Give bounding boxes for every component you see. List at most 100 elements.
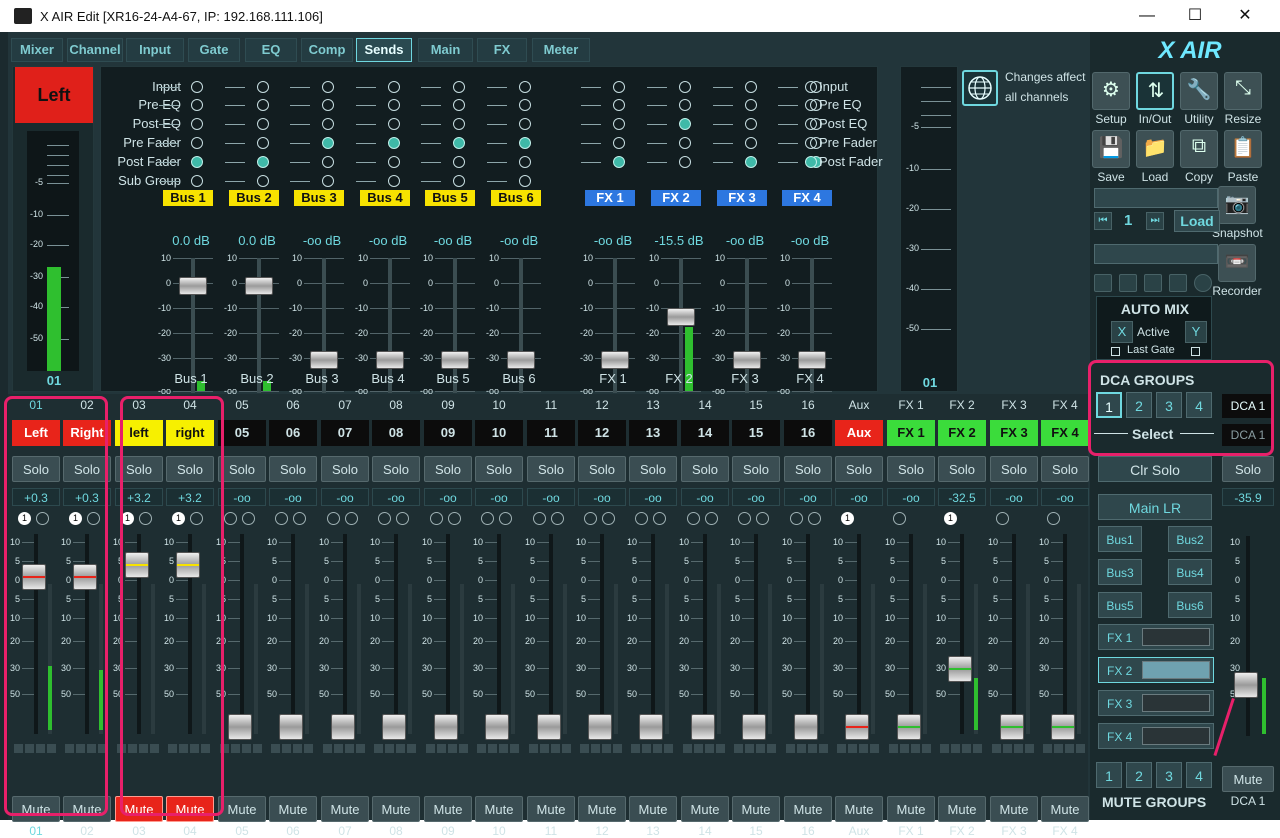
send-fader-knob[interactable]	[441, 351, 469, 369]
tab-gate[interactable]: Gate	[188, 38, 240, 62]
last-gate-checkbox-y[interactable]	[1191, 347, 1200, 356]
bus-button-0[interactable]: Bus 1	[163, 190, 213, 206]
send-fader-knob[interactable]	[507, 351, 535, 369]
mute-button[interactable]: Mute	[578, 796, 626, 822]
bus-tap-radio[interactable]	[388, 137, 400, 149]
bus-tap-radio[interactable]	[322, 175, 334, 187]
paste-icon[interactable]: 📋	[1224, 130, 1262, 168]
channel-fader-knob[interactable]	[434, 714, 458, 740]
solo-button[interactable]: Solo	[578, 456, 626, 482]
solo-button[interactable]: Solo	[269, 456, 317, 482]
solo-button[interactable]: Solo	[887, 456, 935, 482]
next-snapshot-button[interactable]: ⏭	[1146, 212, 1164, 230]
channel-fader-knob[interactable]	[1051, 714, 1075, 740]
fx-send-tap-radio[interactable]	[613, 156, 625, 168]
globe-icon[interactable]	[962, 70, 998, 106]
fx-send-tap-radio[interactable]	[679, 81, 691, 93]
mute-group-2[interactable]: 2	[1126, 762, 1152, 788]
send-fader-knob[interactable]	[733, 351, 761, 369]
rewind-icon[interactable]	[1144, 274, 1162, 292]
mute-group-3[interactable]: 3	[1156, 762, 1182, 788]
fx-send-tap-radio[interactable]	[613, 137, 625, 149]
bus-button-3[interactable]: Bus 4	[360, 190, 410, 206]
dca-assign-dot[interactable]	[224, 512, 237, 525]
save-icon[interactable]: 💾	[1092, 130, 1130, 168]
mute-button[interactable]: Mute	[321, 796, 369, 822]
automix-y-button[interactable]: Y	[1185, 321, 1207, 343]
solo-button[interactable]: Solo	[321, 456, 369, 482]
bus-tap-radio[interactable]	[453, 137, 465, 149]
mute-group-dot[interactable]	[551, 512, 564, 525]
last-gate-checkbox-x[interactable]	[1111, 347, 1120, 356]
bus-tap-radio[interactable]	[257, 156, 269, 168]
send-fader-knob[interactable]	[667, 308, 695, 326]
fx-tap-radio[interactable]	[805, 156, 817, 168]
mute-button[interactable]: Mute	[218, 796, 266, 822]
solo-button[interactable]: Solo	[527, 456, 575, 482]
bus-tap-radio[interactable]	[191, 99, 203, 111]
dca-assign-dot[interactable]	[893, 512, 906, 525]
send-fader-knob[interactable]	[179, 277, 207, 295]
channel-name[interactable]: 07	[321, 420, 369, 446]
bus-tap-radio[interactable]	[388, 156, 400, 168]
mute-group-dot[interactable]	[499, 512, 512, 525]
channel-name[interactable]: 09	[424, 420, 472, 446]
mute-group-dot[interactable]	[448, 512, 461, 525]
solo-button[interactable]: Solo	[424, 456, 472, 482]
mute-group-dot[interactable]	[705, 512, 718, 525]
mute-button[interactable]: Mute	[269, 796, 317, 822]
dca-assign-dot[interactable]	[378, 512, 391, 525]
tab-comp[interactable]: Comp	[301, 38, 353, 62]
tab-mixer[interactable]: Mixer	[11, 38, 63, 62]
channel-fader-knob[interactable]	[794, 714, 818, 740]
route-bus2[interactable]: Bus2	[1168, 526, 1212, 552]
bus-tap-radio[interactable]	[322, 118, 334, 130]
folder-icon[interactable]: 📁	[1136, 130, 1174, 168]
channel-fader-knob[interactable]	[382, 714, 406, 740]
dca-assign-dot[interactable]	[738, 512, 751, 525]
send-fader-knob[interactable]	[310, 351, 338, 369]
send-fader-knob[interactable]	[601, 351, 629, 369]
tab-fx[interactable]: FX	[477, 38, 527, 62]
mute-group-dot[interactable]	[756, 512, 769, 525]
mute-group-dot[interactable]	[653, 512, 666, 525]
bus-tap-radio[interactable]	[388, 99, 400, 111]
channel-fader-knob[interactable]	[331, 714, 355, 740]
mute-button[interactable]: Mute	[527, 796, 575, 822]
stop-icon[interactable]	[1094, 274, 1112, 292]
mute-button[interactable]: Mute	[424, 796, 472, 822]
mute-group-dot[interactable]	[602, 512, 615, 525]
fx-send-tap-radio[interactable]	[745, 118, 757, 130]
bus-button-2[interactable]: Bus 3	[294, 190, 344, 206]
tab-sends[interactable]: Sends	[356, 38, 412, 62]
dca-assign-dot[interactable]	[790, 512, 803, 525]
bus-tap-radio[interactable]	[453, 99, 465, 111]
tab-meter[interactable]: Meter	[532, 38, 590, 62]
fx-send-tap-radio[interactable]	[613, 118, 625, 130]
mute-button[interactable]: Mute	[784, 796, 832, 822]
maximize-button[interactable]: ☐	[1172, 3, 1218, 29]
solo-button[interactable]: Solo	[938, 456, 986, 482]
bus-tap-radio[interactable]	[388, 175, 400, 187]
fx-send-tap-radio[interactable]	[745, 99, 757, 111]
dca-assign-dot[interactable]: 1	[841, 512, 854, 525]
record-icon[interactable]	[1194, 274, 1212, 292]
channel-name[interactable]: 08	[372, 420, 420, 446]
gear-icon[interactable]: ⚙	[1092, 72, 1130, 110]
in-out-icon[interactable]: ⇅	[1136, 72, 1174, 110]
channel-name[interactable]: FX 3	[990, 420, 1038, 446]
fx-tap-radio[interactable]	[805, 81, 817, 93]
camera-icon[interactable]: 📷	[1218, 186, 1256, 224]
mute-button[interactable]: Mute	[629, 796, 677, 822]
mute-button[interactable]: Mute	[372, 796, 420, 822]
mute-button[interactable]: Mute	[732, 796, 780, 822]
route-bus6[interactable]: Bus6	[1168, 592, 1212, 618]
dca-solo-button[interactable]: Solo	[1222, 456, 1274, 482]
solo-button[interactable]: Solo	[218, 456, 266, 482]
fx-send-tap-radio[interactable]	[679, 99, 691, 111]
mute-button[interactable]: Mute	[938, 796, 986, 822]
fx-send-tap-radio[interactable]	[679, 156, 691, 168]
bus-tap-radio[interactable]	[322, 99, 334, 111]
channel-name[interactable]: FX 2	[938, 420, 986, 446]
fx-tap-radio[interactable]	[805, 118, 817, 130]
